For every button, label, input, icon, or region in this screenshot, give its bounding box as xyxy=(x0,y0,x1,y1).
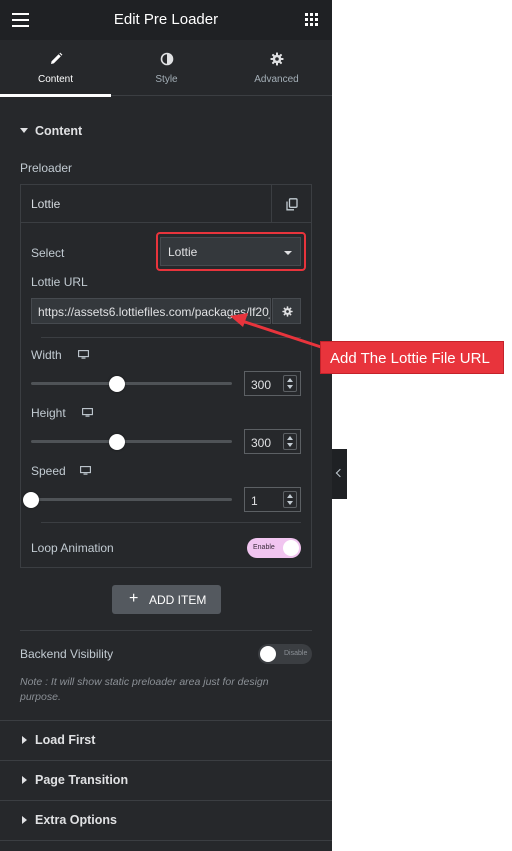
width-slider[interactable] xyxy=(31,382,232,385)
lottie-url-input[interactable]: https://assets6.lottiefiles.com/packages… xyxy=(31,298,271,324)
section-title: Extra Options xyxy=(35,813,117,827)
annotation-text: Add The Lottie File URL xyxy=(330,350,490,367)
backend-visibility-toggle[interactable]: Disable xyxy=(258,644,312,664)
number-spinner[interactable] xyxy=(283,433,297,450)
width-label: Width xyxy=(31,348,62,362)
tab-content-label: Content xyxy=(37,74,74,85)
lottie-url-label: Lottie URL xyxy=(31,275,88,289)
preloader-type-select[interactable]: Lottie xyxy=(160,237,301,266)
speed-slider-handle[interactable] xyxy=(23,492,39,508)
desktop-icon[interactable] xyxy=(82,408,93,417)
tab-style[interactable]: Style xyxy=(111,40,222,96)
chevron-left-icon xyxy=(335,468,345,478)
duplicate-button[interactable] xyxy=(271,185,311,223)
toggle-state: Enable xyxy=(253,544,275,551)
loop-animation-label: Loop Animation xyxy=(31,541,114,555)
gear-icon xyxy=(282,306,293,317)
height-label: Height xyxy=(31,406,66,420)
caret-right-icon xyxy=(22,776,27,784)
grid-icon[interactable] xyxy=(305,13,319,27)
annotation-callout: Add The Lottie File URL xyxy=(320,341,504,374)
gear-icon xyxy=(270,52,283,66)
divider xyxy=(20,630,312,631)
section-title: Load First xyxy=(35,733,96,747)
repeater-item-title: Lottie xyxy=(31,197,61,211)
content-section-header[interactable]: Content xyxy=(0,112,332,152)
speed-number-input[interactable]: 1 xyxy=(244,487,301,512)
section-load-first[interactable]: Load First xyxy=(0,721,332,761)
half-circle-icon xyxy=(160,52,173,66)
number-spinner[interactable] xyxy=(283,491,297,508)
caret-down-icon xyxy=(20,128,28,133)
repeater-item-header[interactable]: Lottie xyxy=(21,185,311,223)
editor-panel: Edit Pre Loader Content Style Advanced C… xyxy=(0,0,332,851)
content-section-title: Content xyxy=(35,124,83,138)
divider xyxy=(41,337,301,338)
panel-collapse-button[interactable] xyxy=(332,449,347,499)
caret-right-icon xyxy=(22,816,27,824)
caret-right-icon xyxy=(22,736,27,744)
height-value: 300 xyxy=(251,436,272,450)
copy-icon xyxy=(286,198,298,211)
dynamic-tags-button[interactable] xyxy=(272,298,301,324)
toggle-knob xyxy=(283,540,299,556)
width-slider-handle[interactable] xyxy=(109,376,125,392)
width-number-input[interactable]: 300 xyxy=(244,371,301,396)
note-text: Note : It will show static preloader are… xyxy=(20,676,269,703)
divider xyxy=(41,522,301,523)
plus-icon: + xyxy=(129,590,139,607)
preloader-label: Preloader xyxy=(20,161,73,175)
section-title: Page Transition xyxy=(35,773,129,787)
height-slider-handle[interactable] xyxy=(109,434,125,450)
panel-title: Edit Pre Loader xyxy=(113,11,219,28)
height-slider[interactable] xyxy=(31,440,232,443)
backend-visibility-label: Backend Visibility xyxy=(20,647,114,661)
section-page-transition[interactable]: Page Transition xyxy=(0,761,332,801)
tab-style-label: Style xyxy=(155,74,178,85)
select-label: Select xyxy=(31,246,65,260)
panel-tabs: Content Style Advanced xyxy=(0,40,332,97)
section-extra-options[interactable]: Extra Options xyxy=(0,801,332,841)
tab-advanced[interactable]: Advanced xyxy=(221,40,332,96)
panel-header: Edit Pre Loader xyxy=(0,0,332,40)
speed-value: 1 xyxy=(251,494,258,508)
toggle-knob xyxy=(260,646,276,662)
tab-advanced-label: Advanced xyxy=(254,74,299,85)
desktop-icon[interactable] xyxy=(80,466,91,475)
desktop-icon[interactable] xyxy=(78,350,89,359)
tab-content[interactable]: Content xyxy=(0,40,111,97)
add-item-label: ADD ITEM xyxy=(149,593,207,607)
width-value: 300 xyxy=(251,378,272,392)
pencil-icon xyxy=(50,52,62,64)
number-spinner[interactable] xyxy=(283,375,297,392)
toggle-state: Disable xyxy=(284,650,308,657)
add-item-button[interactable]: + ADD ITEM xyxy=(112,585,221,614)
caret-down-icon xyxy=(284,251,292,255)
height-number-input[interactable]: 300 xyxy=(244,429,301,454)
speed-slider[interactable] xyxy=(31,498,232,501)
select-value: Lottie xyxy=(168,245,198,259)
loop-animation-toggle[interactable]: Enable xyxy=(247,538,301,558)
speed-label: Speed xyxy=(31,464,66,478)
